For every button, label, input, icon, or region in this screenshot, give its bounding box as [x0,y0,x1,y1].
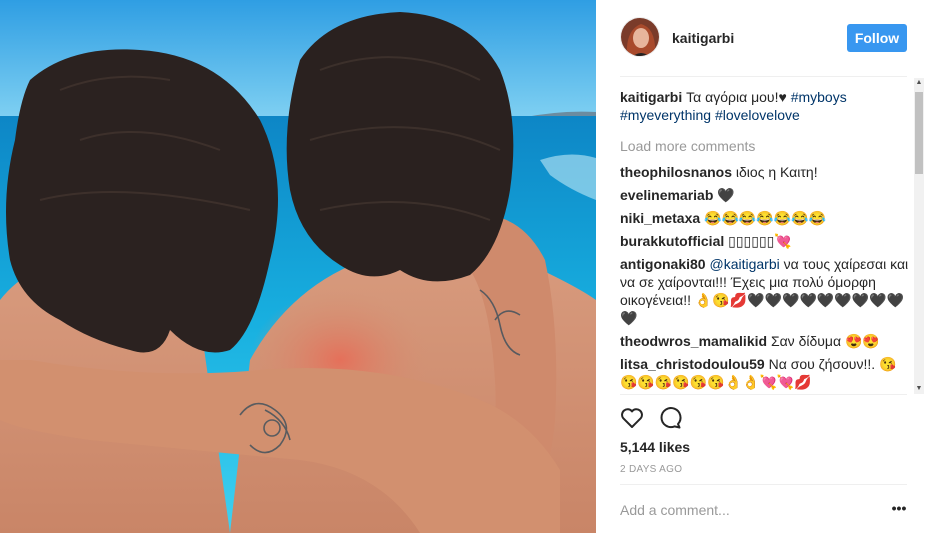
comment-username[interactable]: theodwros_mamalikid [620,333,767,349]
author-avatar[interactable] [620,17,660,57]
hashtag-lovelovelove[interactable]: #lovelovelove [715,107,800,123]
post-caption: kaitigarbi Τα αγόρια μου!♥ #myboys #myev… [620,88,910,124]
comment-item: theophilosnanos ιδιος η Καιτη! [620,163,910,181]
comment-mention[interactable]: @kaitigarbi [709,256,779,272]
hashtag-myeverything[interactable]: #myeverything [620,107,711,123]
comments-list[interactable]: kaitigarbi Τα αγόρια μου!♥ #myboys #myev… [620,88,910,394]
post-details-panel: kaitigarbi Follow kaitigarbi Τα αγόρια μ… [596,0,925,533]
comments-scrollbar[interactable]: ▲ ▼ [914,78,924,394]
comment-text: ▯▯▯▯▯▯💘 [728,233,792,249]
header-divider [620,76,907,77]
author-username[interactable]: kaitigarbi [672,30,734,46]
post-timestamp[interactable]: 2 DAYS AGO [620,464,682,475]
comment-username[interactable]: antigonaki80 [620,256,706,272]
comment-username[interactable]: burakkutofficial [620,233,724,249]
comment-item: niki_metaxa 😂😂😂😂😂😂😂 [620,209,910,227]
comments-divider [620,394,907,395]
post-photo[interactable] [0,0,596,533]
footer-divider [620,484,907,485]
comment-item: theodwros_mamalikid Σαν δίδυμα 😍😍 [620,332,910,350]
comment-username[interactable]: theophilosnanos [620,164,732,180]
scroll-up-arrow-icon[interactable]: ▲ [914,78,924,88]
comment-text: ιδιος η Καιτη! [735,164,818,180]
speech-bubble-icon[interactable] [656,404,684,432]
comment-item: evelinemariab 🖤 [620,186,910,204]
comment-text: 🖤 [717,187,735,203]
comment-username[interactable]: evelinemariab [620,187,713,203]
add-comment-input[interactable] [620,500,870,520]
heart-outline-icon[interactable] [618,404,646,432]
caption-text: Τα αγόρια μου!♥ [682,89,791,105]
avatar-image [621,18,659,56]
load-more-comments-link[interactable]: Load more comments [620,137,910,155]
ellipsis-icon[interactable]: ••• [891,501,907,517]
caption-username[interactable]: kaitigarbi [620,89,682,105]
like-count[interactable]: 5,144 likes [620,439,690,455]
comment-username[interactable]: litsa_christodoulou59 [620,356,765,372]
comment-text: Σαν δίδυμα 😍😍 [770,333,880,349]
hashtag-myboys[interactable]: #myboys [791,89,847,105]
comment-text: 😂😂😂😂😂😂😂 [704,210,827,226]
follow-button[interactable]: Follow [847,24,907,52]
scrollbar-thumb[interactable] [915,92,923,174]
scroll-down-arrow-icon[interactable]: ▼ [914,384,924,394]
beach-photo-illustration [0,0,596,533]
comment-username[interactable]: niki_metaxa [620,210,700,226]
post-header: kaitigarbi Follow [596,0,925,76]
comment-item: litsa_christodoulou59 Να σου ζήσουν!!. 😘… [620,355,910,391]
comment-item: antigonaki80 @kaitigarbi να τους χαίρεσα… [620,255,910,327]
comment-item: burakkutofficial ▯▯▯▯▯▯💘 [620,232,910,250]
